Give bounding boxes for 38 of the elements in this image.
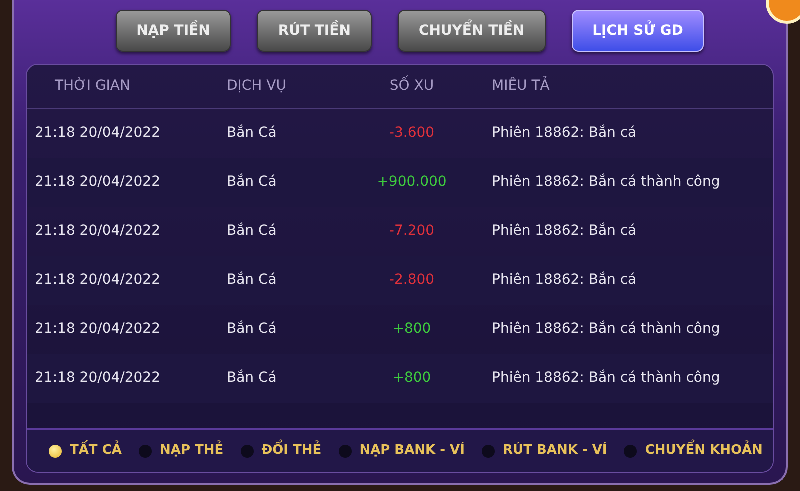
table-cell-text: -2.800 bbox=[388, 271, 436, 290]
table-cell-text: Bắn Cá bbox=[227, 124, 278, 143]
tab[interactable]: LỊCH SỬ GD bbox=[572, 10, 704, 52]
table-cell-text: +800 bbox=[392, 369, 432, 388]
table-cell-text: -7.200 bbox=[388, 222, 436, 241]
table-cell-text: -3.600 bbox=[388, 124, 436, 143]
tab[interactable]: RÚT TIỀN bbox=[257, 10, 372, 52]
column-header: SỐ XU bbox=[352, 76, 472, 97]
table-cell-text: Bắn Cá bbox=[227, 270, 278, 290]
table-cell-text: Phiên 18862: Bắn cá thành công bbox=[491, 320, 720, 339]
filter-option[interactable]: NẠP BANK - VÍ bbox=[338, 441, 465, 461]
table-cell-text: Phiên 18862: Bắn cá bbox=[491, 222, 637, 241]
table-cell-text: Bắn Cá bbox=[227, 172, 278, 192]
table-cell-text: Phiên 18862: Bắn cá thành công bbox=[491, 172, 720, 192]
table-cell-text: Phiên 18862: Bắn cá thành công bbox=[491, 368, 720, 388]
table-cell-text: 21:18 20/04/2022 bbox=[34, 271, 162, 290]
table-cell-text: 21:18 20/04/2022 bbox=[34, 124, 162, 143]
table-cell-text: Bắn Cá bbox=[227, 222, 278, 241]
table-cell-text: Bắn Cá bbox=[227, 320, 278, 339]
table-cell-text: Bắn Cá bbox=[227, 368, 278, 388]
filter-option[interactable]: ĐỔI THẺ bbox=[240, 441, 322, 461]
column-header: THỜI GIAN bbox=[54, 76, 132, 96]
tab[interactable]: NẠP TIỀN bbox=[116, 10, 232, 52]
table-cell-text: +900.000 bbox=[376, 173, 448, 192]
table-cell-text: 21:18 20/04/2022 bbox=[34, 369, 162, 388]
column-header: MIÊU TẢ bbox=[491, 76, 550, 96]
filter-option[interactable]: RÚT BANK - VÍ bbox=[482, 441, 608, 461]
filter-option[interactable]: TẤT CẢ bbox=[49, 441, 122, 461]
tab[interactable]: CHUYỂN TIỀN bbox=[398, 10, 546, 52]
table-cell-text: +800 bbox=[392, 320, 432, 339]
table-cell-text: 21:18 20/04/2022 bbox=[34, 320, 162, 339]
table-cell-text: 21:18 20/04/2022 bbox=[34, 173, 162, 192]
table-cell-text: Phiên 18862: Bắn cá bbox=[491, 270, 637, 290]
filter-option[interactable]: CHUYỂN KHOẢN bbox=[624, 441, 763, 461]
column-header: DỊCH VỤ bbox=[227, 77, 288, 96]
table-cell-text: 21:18 20/04/2022 bbox=[34, 222, 162, 241]
filter-option[interactable]: NẠP THẺ bbox=[139, 441, 224, 461]
table-cell-text: Phiên 18862: Bắn cá bbox=[491, 124, 637, 143]
